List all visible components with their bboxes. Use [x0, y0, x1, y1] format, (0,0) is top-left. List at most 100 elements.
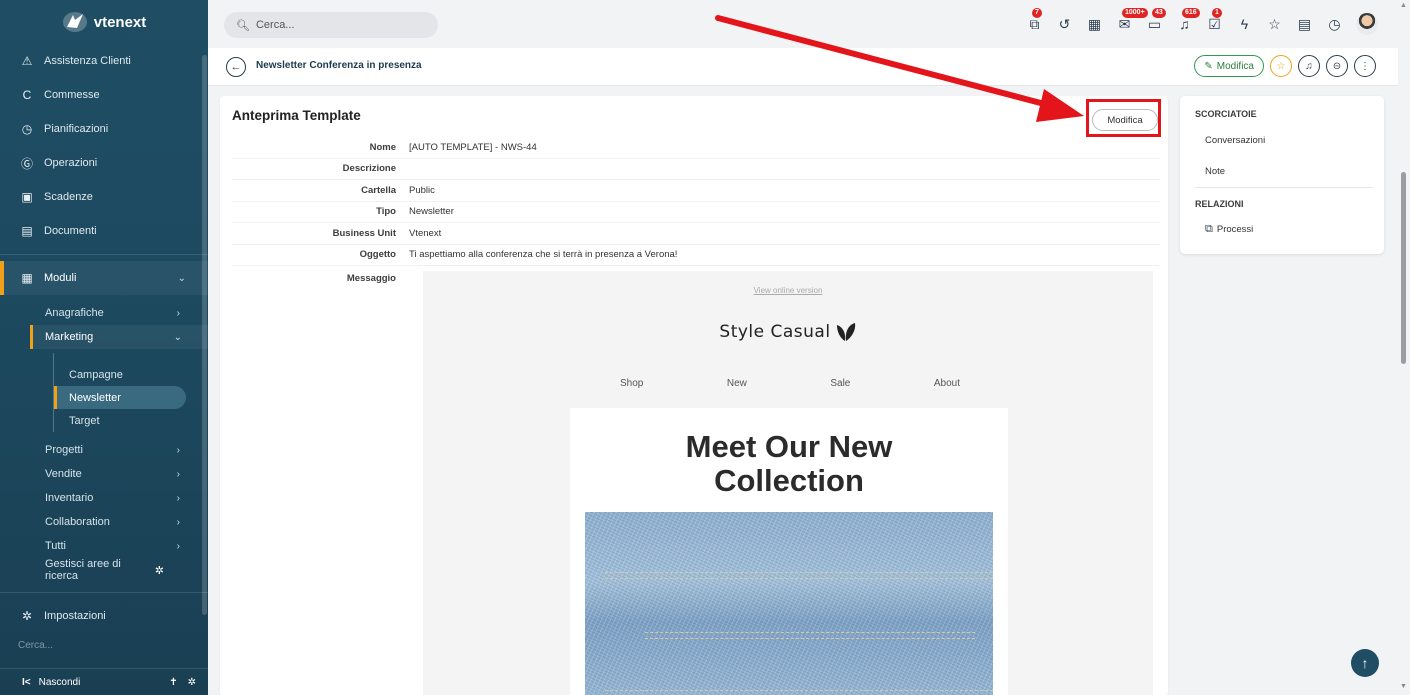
edit-record-button[interactable]: ✎ Modifica	[1194, 55, 1264, 77]
newsletter-preview: View online version Style Casual Shop Ne…	[423, 271, 1153, 695]
sidebar-item-newsletter[interactable]: Newsletter	[54, 386, 186, 409]
sidebar-item-target[interactable]: Target	[54, 409, 208, 432]
follow-button[interactable]: ♫	[1298, 55, 1320, 77]
chevron-right-icon: ›	[176, 468, 180, 480]
sidebar-item-pianificazioni[interactable]: ◷ Pianificazioni	[0, 112, 208, 146]
favorite-button[interactable]: ☆	[1270, 55, 1292, 77]
nav-link-about[interactable]: About	[934, 378, 960, 389]
sidebar-scrollbar[interactable]	[202, 55, 207, 615]
sidebar-item-documenti[interactable]: ▤ Documenti	[0, 214, 208, 248]
shortcut-conversazioni[interactable]: Conversazioni	[1205, 135, 1265, 146]
kebab-menu-icon: ⋮	[1360, 60, 1370, 72]
field-row: Descrizione	[232, 159, 1160, 180]
sidebar-item-moduli[interactable]: ▦ Moduli ⌄	[0, 261, 208, 295]
hide-sidebar-button[interactable]: Nascondi	[39, 677, 81, 688]
scroll-up-icon[interactable]: ▲	[1400, 2, 1407, 9]
field-label: Descrizione	[342, 163, 396, 175]
sidebar-item-marketing[interactable]: Marketing ⌄	[30, 325, 208, 349]
document-icon: ▤	[21, 224, 33, 238]
chevron-right-icon: ›	[176, 492, 180, 504]
sidebar-item-scadenze[interactable]: ▣ Scadenze	[0, 180, 208, 214]
link-button[interactable]: ⊝	[1326, 55, 1348, 77]
gear-icon[interactable]: ✲	[188, 677, 196, 688]
sidebar-item-collaboration[interactable]: Collaboration ›	[0, 510, 208, 534]
nav-link-new[interactable]: New	[727, 378, 747, 389]
sidebar-search-input[interactable]: Cerca...	[18, 640, 53, 651]
lightning-icon[interactable]: ϟ	[1236, 16, 1253, 33]
hero-image	[585, 512, 993, 695]
sidebar-item-manage-search-areas[interactable]: Gestisci aree di ricerca ✲	[0, 558, 208, 582]
divider	[0, 592, 208, 593]
sidebar-item-campagne[interactable]: Campagne	[54, 363, 208, 386]
timer-icon[interactable]: ◷	[1326, 16, 1343, 33]
sidebar-item-inventario[interactable]: Inventario ›	[0, 486, 208, 510]
sidebar-item-anagrafiche[interactable]: Anagrafiche ›	[0, 301, 208, 325]
sidebar-item-label: Documenti	[44, 225, 97, 237]
newsletter-body: Meet Our New Collection	[570, 408, 1008, 695]
relation-processi[interactable]: ⧉ Processi	[1205, 223, 1253, 236]
sidebar-item-impostazioni[interactable]: ✲ Impostazioni	[0, 599, 208, 633]
seam-line	[645, 638, 975, 640]
scroll-to-top-button[interactable]: ↑	[1351, 649, 1379, 677]
field-label: Oggetto	[359, 249, 396, 261]
view-online-link[interactable]: View online version	[423, 286, 1153, 295]
collapse-icon[interactable]: I<	[22, 677, 31, 688]
mail-icon[interactable]: ✉ 1000+	[1116, 7, 1148, 33]
sidebar-item-label: Vendite	[45, 468, 82, 480]
nav-link-shop[interactable]: Shop	[620, 378, 643, 389]
sidebar-item-label: Moduli	[44, 272, 77, 284]
pin-icon[interactable]: ✝	[169, 677, 177, 688]
processes-badge: 7	[1032, 7, 1042, 18]
sidebar-item-vendite[interactable]: Vendite ›	[0, 462, 208, 486]
file-icon[interactable]: ▤	[1296, 16, 1313, 33]
edit-record-label: Modifica	[1216, 60, 1254, 72]
clock-icon: ◷	[21, 122, 33, 136]
divider	[0, 254, 208, 255]
scrollbar-thumb[interactable]	[1401, 172, 1406, 364]
field-list: Nome [AUTO TEMPLATE] - NWS-44 Descrizion…	[232, 137, 1160, 266]
sidebar-item-label: Newsletter	[69, 391, 121, 404]
headline-line-1: Meet Our New	[685, 429, 893, 464]
arrow-left-icon: ←	[230, 61, 242, 73]
sidebar-item-progetti[interactable]: Progetti ›	[0, 438, 208, 462]
page-scrollbar[interactable]: ▲ ▼	[1398, 0, 1410, 695]
bell-icon[interactable]: ♫ 616	[1176, 7, 1200, 33]
record-title: Newsletter Conferenza in presenza	[256, 60, 422, 71]
back-button[interactable]: ←	[226, 57, 246, 77]
brand-logo: Style Casual	[423, 321, 1153, 343]
calendar-icon[interactable]: ▦	[1086, 16, 1103, 33]
sidebar-item-operazioni[interactable]: Ⓖ Operazioni	[0, 146, 208, 180]
chat-icon[interactable]: ▭ 43	[1146, 7, 1166, 33]
star-icon[interactable]: ☆	[1266, 16, 1283, 33]
footer-icons: ✝ ✲	[169, 677, 196, 688]
field-row: Tipo Newsletter	[232, 202, 1160, 223]
avatar[interactable]	[1356, 13, 1378, 35]
sidebar-item-label: Commesse	[44, 89, 100, 101]
header-actions: ✎ Modifica ☆ ♫ ⊝ ⋮	[1194, 55, 1376, 77]
sidebar-item-label: Scadenze	[44, 191, 93, 203]
nav-link-sale[interactable]: Sale	[830, 378, 850, 389]
shortcut-note[interactable]: Note	[1205, 166, 1225, 177]
brand-name: Style Casual	[719, 322, 831, 342]
seam-line	[645, 632, 975, 634]
sidebar-item-assistenza-clienti[interactable]: ⚠ Assistenza Clienti	[0, 44, 208, 78]
chevron-right-icon: ›	[176, 444, 180, 456]
calendar-icon: ▣	[21, 190, 33, 204]
notifications-badge: 616	[1182, 7, 1200, 18]
headline-line-2: Collection	[714, 463, 864, 498]
scroll-down-icon[interactable]: ▼	[1400, 683, 1407, 690]
sidebar-item-commesse[interactable]: C Commesse	[0, 78, 208, 112]
seam-line	[605, 572, 993, 574]
sidebar-item-label: Operazioni	[44, 157, 98, 169]
sidebar-item-tutti[interactable]: Tutti ›	[0, 534, 208, 558]
more-options-button[interactable]: ⋮	[1354, 55, 1376, 77]
global-search-input[interactable]: 🔍︎ Cerca...	[224, 12, 438, 38]
record-header: ← Newsletter Conferenza in presenza ✎ Mo…	[208, 48, 1398, 86]
tasks-icon[interactable]: ☑ 1	[1206, 7, 1223, 33]
bell-icon: ♫	[1305, 60, 1313, 72]
field-value: Public	[409, 184, 435, 196]
history-icon[interactable]: ↺	[1056, 16, 1073, 33]
processes-icon[interactable]: ⧉ 7	[1026, 7, 1043, 33]
app-logo[interactable]: vtenext	[0, 0, 208, 44]
